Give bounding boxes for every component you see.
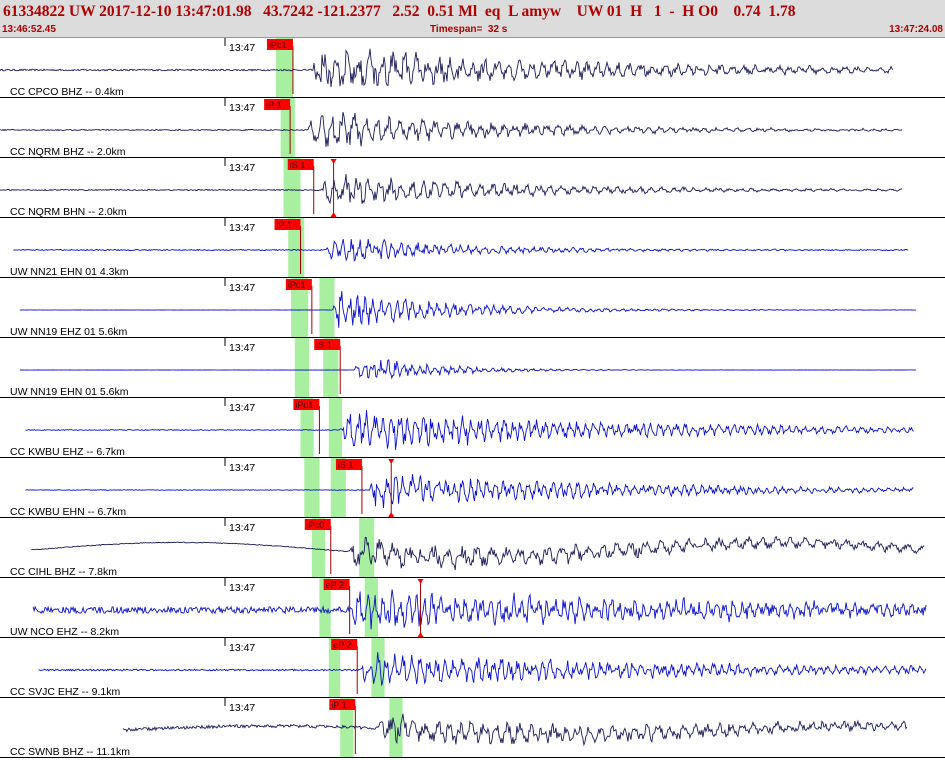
pick-label: iP 1 [331, 700, 346, 710]
waveform [0, 48, 894, 88]
minute-label: 13:47 [229, 282, 255, 294]
channel-trace[interactable]: 13:47 iP 1 UW NN21 EHN 01 4.3km [0, 218, 945, 278]
phase-window [328, 398, 343, 458]
channel-label: CC CPCO BHZ -- 0.4km [10, 86, 124, 98]
channel-label: CC KWBU EHN -- 6.7km [10, 506, 126, 518]
channel-trace[interactable]: 13:47 iPd1 CC KWBU EHZ -- 6.7km [0, 398, 945, 458]
phase-window [319, 278, 335, 338]
waveform [19, 359, 916, 380]
waveform [13, 238, 909, 262]
channel-trace[interactable]: 13:47 iS 1 CC KWBU EHN -- 6.7km [0, 458, 945, 518]
minute-label: 13:47 [229, 342, 255, 354]
channel-label: CC KWBU EHZ -- 6.7km [10, 446, 125, 458]
phase-window [294, 338, 310, 398]
minute-label: 13:47 [229, 42, 255, 54]
minute-label: 13:47 [229, 642, 255, 654]
channel-label: CC SWNB BHZ -- 11.1km [10, 746, 130, 758]
pick-label: iPc0 [307, 520, 325, 530]
pick-label: iS 1 [316, 340, 332, 350]
channel-label: UW NN21 EHN 01 4.3km [10, 266, 129, 278]
waveform [25, 410, 914, 450]
phase-window [371, 638, 385, 698]
pick-label: iPc1 [269, 40, 287, 50]
waveform [25, 474, 914, 509]
amplitude-marker-bottom [417, 632, 424, 637]
amplitude-marker-top [417, 579, 424, 584]
minute-label: 13:47 [229, 582, 255, 594]
phase-window [304, 458, 320, 518]
channel-label: UW NN19 EHZ 01 5.6km [10, 326, 128, 338]
channel-trace[interactable]: 13:47 iP 1 CC NQRM BHZ -- 2.0km [0, 98, 945, 158]
amplitude-marker-bottom [388, 512, 395, 517]
pick-label: eP 2 [326, 580, 344, 590]
channel-trace[interactable]: 13:47 eP 2 CC SVJC EHZ -- 9.1km [0, 638, 945, 698]
channel-trace[interactable]: 13:47 iP 1 CC SWNB BHZ -- 11.1km [0, 698, 945, 758]
trace-panel[interactable]: 13:47 iPc1 CC CPCO BHZ -- 0.4km 13:47 iP 1 CC… [0, 38, 945, 760]
pick-label: iS 1 [290, 160, 306, 170]
waveform [32, 589, 927, 630]
channel-trace[interactable]: 13:47 eP 2 UW NCO EHZ -- 8.2km [0, 578, 945, 638]
pick-label: iPc1 [288, 280, 306, 290]
phase-window [359, 518, 375, 578]
waveform [0, 173, 902, 205]
window-end-time: 13:47:24.08 [889, 24, 943, 35]
timespan-label: Timespan= 32 s [430, 24, 508, 35]
minute-label: 13:47 [229, 702, 255, 714]
minute-label: 13:47 [229, 222, 255, 234]
window-start-time: 13:46:52.45 [2, 24, 56, 35]
amplitude-marker-bottom [330, 212, 337, 217]
waveform [0, 111, 903, 147]
channel-label: CC SVJC EHZ -- 9.1km [10, 686, 121, 698]
amplitude-marker-top [388, 459, 395, 464]
amplitude-marker-top [330, 159, 337, 164]
event-summary: 61334822 UW 2017-12-10 13:47:01.98 43.72… [3, 3, 796, 20]
minute-label: 13:47 [229, 462, 255, 474]
event-header: 61334822 UW 2017-12-10 13:47:01.98 43.72… [0, 0, 945, 38]
minute-label: 13:47 [229, 162, 255, 174]
pick-label: iPd1 [295, 400, 313, 410]
minute-label: 13:47 [229, 102, 255, 114]
channel-label: CC NQRM BHZ -- 2.0km [10, 146, 126, 158]
waveform [19, 290, 916, 328]
pick-label: iP 1 [277, 220, 292, 230]
channel-trace[interactable]: 13:47 iPc1 UW NN19 EHZ 01 5.6km [0, 278, 945, 338]
channel-label: UW NN19 EHN 01 5.6km [10, 386, 129, 398]
channel-label: UW NCO EHZ -- 8.2km [10, 626, 119, 638]
waveform [122, 713, 908, 747]
pick-label: iS 1 [338, 460, 354, 470]
channel-trace[interactable]: 13:47 iPc1 CC CPCO BHZ -- 0.4km [0, 38, 945, 98]
minute-label: 13:47 [229, 522, 255, 534]
pick-label: iP 1 [266, 100, 281, 110]
channel-label: CC CIHL BHZ -- 7.8km [10, 566, 117, 578]
channel-trace[interactable]: 13:47 iPc0 CC CIHL BHZ -- 7.8km [0, 518, 945, 578]
waveform [38, 652, 927, 686]
waveform [31, 535, 925, 571]
minute-label: 13:47 [229, 402, 255, 414]
pick-label: eP 2 [333, 640, 351, 650]
trace-canvas[interactable]: 13:47 iPc1 CC CPCO BHZ -- 0.4km 13:47 iP 1 CC… [0, 38, 945, 760]
channel-trace[interactable]: 13:47 iS 1 CC NQRM BHN -- 2.0km [0, 158, 945, 218]
channel-trace[interactable]: 13:47 iS 1 UW NN19 EHN 01 5.6km [0, 338, 945, 398]
seismogram-viewer: 61334822 UW 2017-12-10 13:47:01.98 43.72… [0, 0, 945, 760]
channel-label: CC NQRM BHN -- 2.0km [10, 206, 127, 218]
